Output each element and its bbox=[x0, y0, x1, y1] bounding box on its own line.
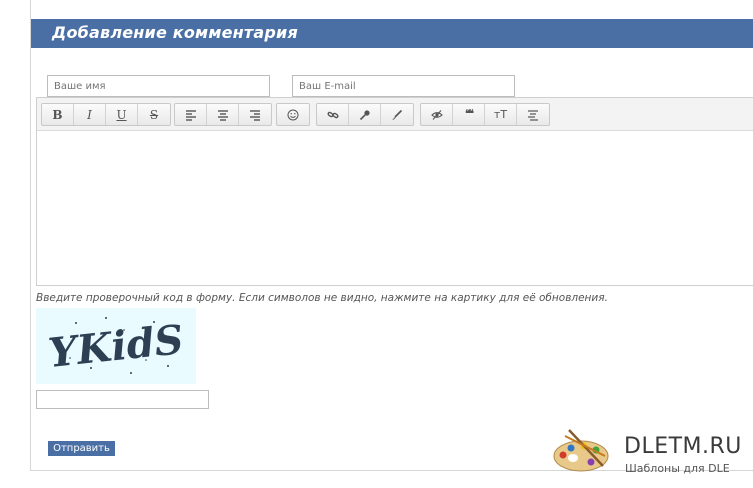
brush-icon bbox=[392, 109, 403, 120]
strike-icon: S bbox=[149, 107, 159, 122]
editor-toolbar: B I U S ❝❝ тТ bbox=[37, 98, 753, 131]
bold-button[interactable]: B bbox=[42, 104, 74, 125]
insert-group bbox=[316, 103, 414, 126]
link-button[interactable] bbox=[317, 104, 349, 125]
smiley-button[interactable] bbox=[277, 104, 309, 125]
captcha-input[interactable] bbox=[36, 390, 209, 409]
brand-tagline: Шаблоны для DLE bbox=[625, 462, 730, 475]
name-input[interactable] bbox=[47, 75, 270, 97]
align-center-button[interactable] bbox=[207, 104, 239, 125]
key-icon bbox=[359, 109, 370, 120]
align-right-button[interactable] bbox=[239, 104, 271, 125]
quote-button[interactable]: ❝❝ bbox=[453, 104, 485, 125]
comment-form-title: Добавление комментария bbox=[52, 23, 298, 42]
list-button[interactable] bbox=[517, 104, 549, 125]
captcha-hint: Введите проверочный код в форму. Если си… bbox=[36, 292, 608, 304]
smiley-group bbox=[276, 103, 310, 126]
extra-group: ❝❝ тТ bbox=[420, 103, 550, 126]
align-left-icon bbox=[185, 109, 196, 121]
underline-icon: U bbox=[116, 107, 127, 122]
comment-textarea[interactable] bbox=[37, 131, 753, 285]
align-group bbox=[174, 103, 272, 126]
palette-icon bbox=[553, 429, 609, 472]
comment-editor: B I U S ❝❝ тТ bbox=[36, 97, 753, 286]
brand-name: DLETM.RU bbox=[624, 434, 742, 459]
quote-icon: ❝❝ bbox=[465, 109, 474, 120]
captcha-image[interactable]: YKidS bbox=[36, 308, 196, 384]
align-left-button[interactable] bbox=[175, 104, 207, 125]
underline-button[interactable]: U bbox=[106, 104, 138, 125]
email-input[interactable] bbox=[292, 75, 515, 97]
font-size-button[interactable]: тТ bbox=[485, 104, 517, 125]
format-group: B I U S bbox=[41, 103, 171, 126]
link-icon bbox=[326, 111, 339, 118]
bold-icon: B bbox=[52, 107, 63, 122]
italic-button[interactable]: I bbox=[74, 104, 106, 125]
align-right-icon bbox=[250, 109, 260, 121]
palette-logo bbox=[551, 428, 613, 474]
comment-form-header: Добавление комментария bbox=[31, 19, 753, 48]
smiley-icon bbox=[287, 109, 299, 120]
leech-button[interactable] bbox=[349, 104, 381, 125]
captcha-text: YKidS bbox=[46, 316, 186, 377]
strike-button[interactable]: S bbox=[138, 104, 170, 125]
italic-icon: I bbox=[87, 107, 92, 122]
submit-button[interactable]: Отправить bbox=[48, 441, 115, 456]
hide-button[interactable] bbox=[421, 104, 453, 125]
list-icon bbox=[528, 109, 538, 121]
color-button[interactable] bbox=[381, 104, 413, 125]
align-center-icon bbox=[217, 109, 228, 121]
hidden-eye-icon bbox=[430, 109, 443, 120]
captcha-picture: YKidS bbox=[46, 316, 186, 377]
font-size-icon: тТ bbox=[493, 108, 508, 121]
